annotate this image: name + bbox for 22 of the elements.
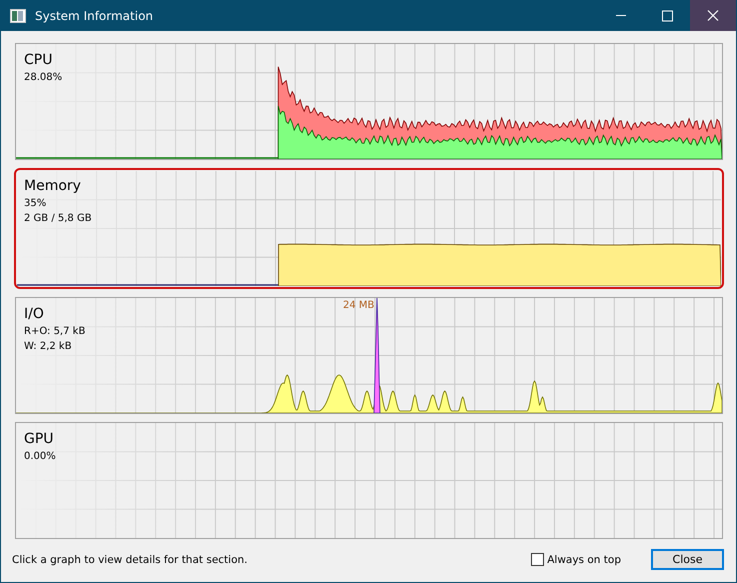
graph-panel[interactable]: Memory 35% 2 GB / 5,8 GB <box>14 168 724 289</box>
panel-reading: 0.00% <box>24 450 56 464</box>
close-icon[interactable] <box>690 0 736 31</box>
hint-text: Click a graph to view details for that section. <box>12 554 249 566</box>
panel-reading: W: 2,2 kB <box>24 340 73 354</box>
close-button[interactable]: Close <box>651 549 724 570</box>
graph-panel[interactable]: I/O R+O: 5,7 kB W: 2,2 kB 24 MB <box>15 297 723 414</box>
peak-label: 24 MB <box>343 300 374 311</box>
always-on-top-checkbox[interactable] <box>531 553 544 566</box>
panel-reading: 28.08% <box>24 71 62 85</box>
panel-title: I/O <box>24 305 45 324</box>
panel-title: Memory <box>24 177 82 196</box>
panel-title: GPU <box>24 430 55 449</box>
panel-title: CPU <box>24 51 54 70</box>
graph-panel[interactable]: CPU 28.08% <box>15 43 723 160</box>
window-title: System Information <box>35 8 154 22</box>
panel-reading: 2 GB / 5,8 GB <box>24 212 92 226</box>
panel-reading: R+O: 5,7 kB <box>24 325 86 339</box>
checkbox-label: Always on top <box>547 554 621 566</box>
graph-panel[interactable]: GPU 0.00% <box>15 422 723 539</box>
window-icon <box>10 8 26 22</box>
panel-reading: 35% <box>24 197 48 211</box>
